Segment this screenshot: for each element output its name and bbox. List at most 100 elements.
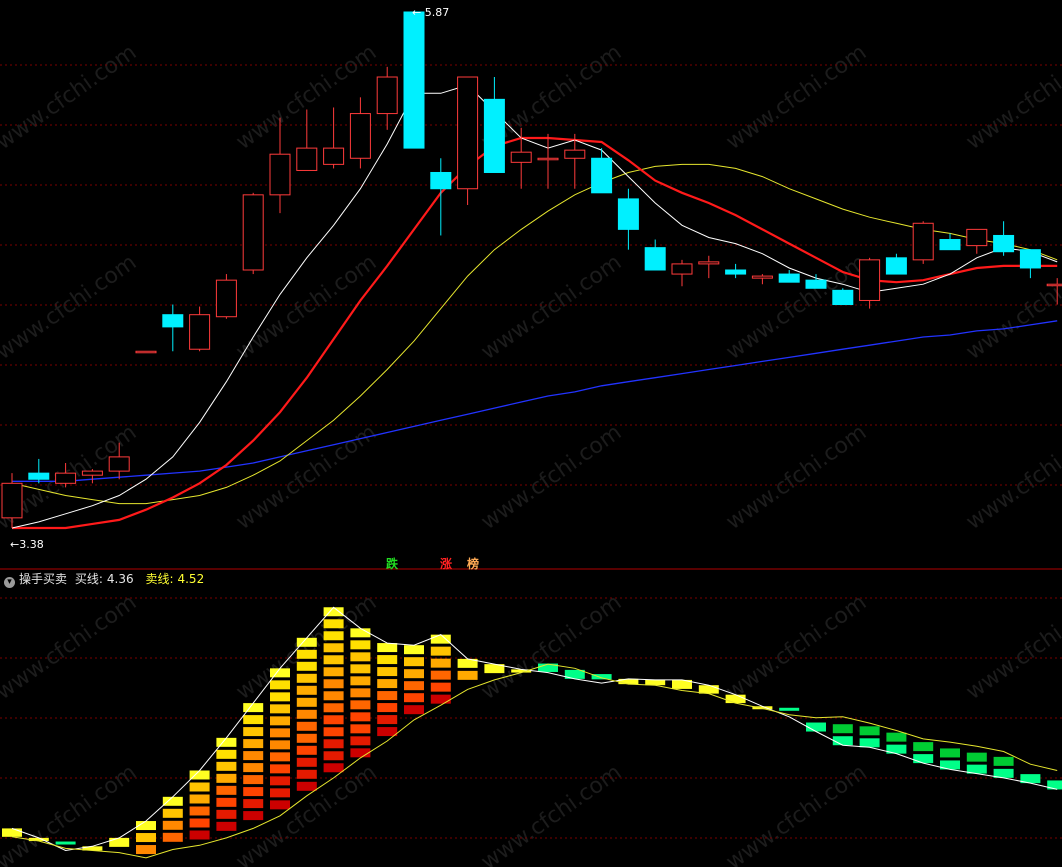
- indicator-block: [243, 799, 264, 809]
- indicator-block: [350, 700, 371, 710]
- indicator-block: [296, 733, 317, 743]
- candle: [805, 274, 827, 289]
- candle-body: [537, 157, 559, 161]
- candle-body: [430, 171, 452, 190]
- indicator-block: [323, 679, 344, 689]
- indicator-block: [404, 681, 424, 691]
- candle: [28, 458, 50, 484]
- indicator-block: [645, 679, 666, 686]
- candle: [885, 253, 907, 275]
- indicator-column: [779, 707, 800, 711]
- indicator-block: [270, 704, 290, 714]
- indicator-chart[interactable]: [0, 570, 1062, 867]
- indicator-block: [350, 688, 371, 698]
- high-price-label: ← 5.87: [412, 6, 449, 19]
- indicator-blocks: [2, 607, 1062, 855]
- indicator-block: [243, 787, 264, 797]
- price-chart[interactable]: ← 5.87 ←3.38: [0, 0, 1062, 570]
- indicator-block: [323, 727, 344, 737]
- candle: [483, 77, 505, 173]
- indicator-column: [430, 634, 451, 704]
- indicator-block: [377, 703, 398, 713]
- candle-body: [885, 257, 907, 275]
- indicator-grid: [0, 597, 1062, 839]
- candle-body: [939, 239, 961, 251]
- indicator-block: [323, 691, 344, 701]
- candle-body: [55, 472, 77, 484]
- indicator-block: [323, 715, 344, 725]
- indicator-block: [270, 716, 290, 726]
- indicator-block: [323, 631, 344, 641]
- indicator-block: [457, 670, 478, 680]
- candle-body: [215, 279, 237, 318]
- candle: [617, 188, 639, 250]
- candle: [644, 239, 666, 271]
- indicator-block: [296, 709, 317, 719]
- indicator-column: [404, 645, 424, 715]
- indicator-block: [296, 745, 317, 755]
- indicator-block: [725, 694, 746, 704]
- indicator-block: [806, 722, 826, 732]
- indicator-block: [189, 818, 210, 828]
- candle-body: [912, 222, 934, 261]
- ma-fast-line: [11, 84, 1058, 529]
- ma-mid-line: [12, 136, 1058, 530]
- indicator-block: [350, 676, 371, 686]
- candle-body: [671, 263, 693, 275]
- candle: [189, 306, 211, 352]
- indicator-block: [296, 649, 317, 659]
- indicator-column: [216, 737, 237, 831]
- indicator-block: [377, 667, 398, 677]
- indicator-column: [859, 726, 880, 748]
- indicator-block: [2, 828, 22, 837]
- candle: [81, 469, 103, 484]
- indicator-block: [350, 748, 371, 758]
- candle: [162, 304, 184, 352]
- indicator-block: [243, 751, 264, 761]
- indicator-block: [270, 764, 290, 774]
- indicator-block: [162, 832, 183, 842]
- indicator-block: [296, 757, 317, 767]
- indicator-column: [270, 668, 290, 810]
- candlesticks: [1, 11, 1062, 528]
- candle: [403, 11, 425, 149]
- indicator-block: [350, 736, 371, 746]
- indicator-block: [323, 643, 344, 653]
- candle: [215, 274, 237, 319]
- indicator-column: [725, 694, 746, 704]
- candle-body: [162, 314, 184, 328]
- indicator-block: [323, 703, 344, 713]
- price-grid: [0, 64, 1062, 486]
- indicator-block: [323, 763, 344, 773]
- indicator-block: [162, 820, 183, 830]
- indicator-block: [270, 752, 290, 762]
- indicator-block: [243, 703, 264, 713]
- indicator-block: [350, 664, 371, 674]
- indicator-block: [109, 837, 130, 847]
- indicator-block: [323, 751, 344, 761]
- indicator-lines: [11, 606, 1058, 859]
- indicator-block: [404, 705, 424, 715]
- candle: [591, 148, 613, 194]
- indicator-block: [430, 658, 451, 668]
- candle: [912, 221, 934, 264]
- indicator-block: [189, 782, 210, 792]
- candle: [349, 97, 371, 169]
- indicator-block: [296, 685, 317, 695]
- indicator-column: [966, 752, 987, 774]
- indicator-block: [966, 752, 987, 762]
- candle: [430, 158, 452, 236]
- candle-body: [81, 470, 103, 476]
- indicator-column: [189, 770, 210, 840]
- candle: [832, 288, 854, 306]
- candle: [1019, 249, 1041, 279]
- candle: [323, 107, 345, 169]
- candle: [859, 257, 881, 309]
- indicator-column: [913, 742, 934, 764]
- candle-body: [966, 228, 988, 247]
- candle-body: [510, 151, 532, 163]
- candle-body: [778, 273, 800, 283]
- indicator-column: [886, 732, 907, 754]
- candle-body: [564, 149, 586, 159]
- candle-body: [832, 289, 854, 306]
